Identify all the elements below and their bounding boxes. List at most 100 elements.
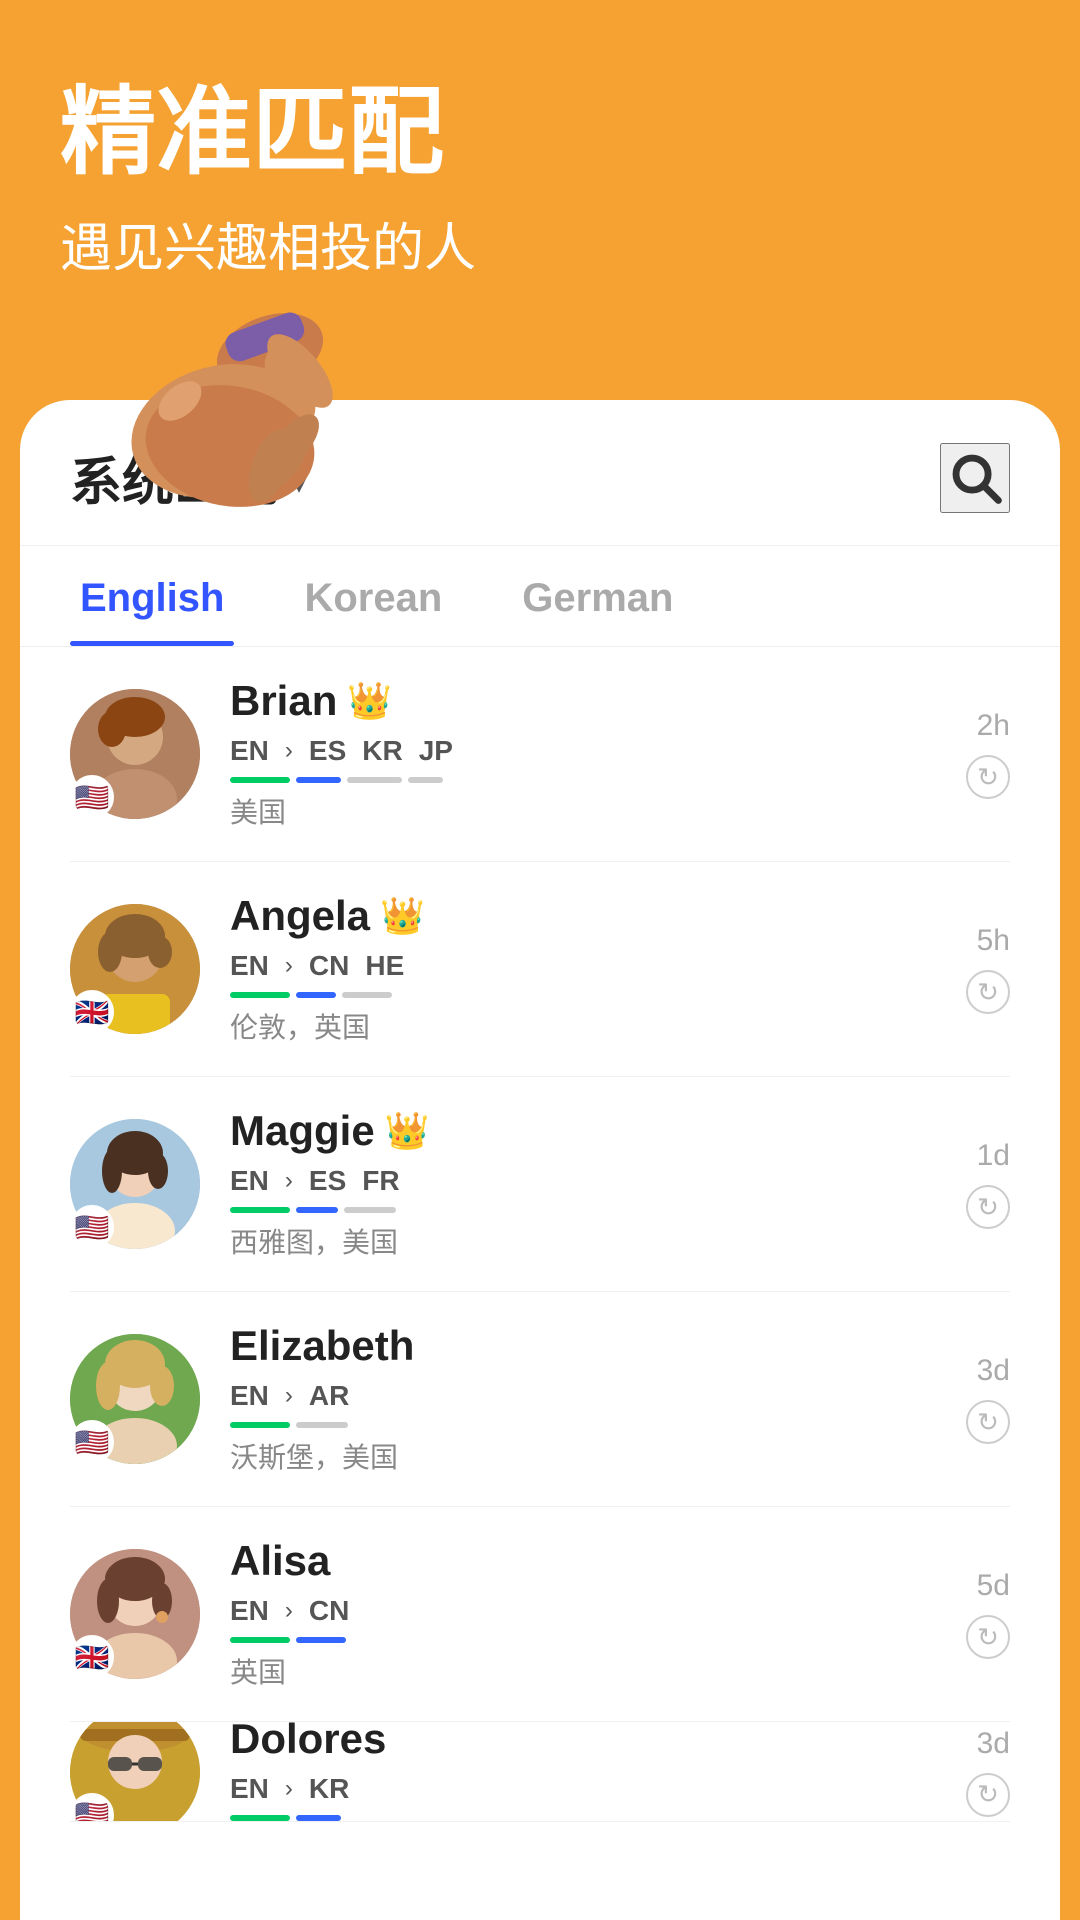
table-row[interactable]: 🇺🇸 Elizabeth EN › AR 沃斯堡，美国 3d — [70, 1292, 1010, 1507]
tab-german[interactable]: German — [512, 546, 683, 646]
lang-bars — [230, 1422, 936, 1428]
header-title: 精准匹配 — [60, 80, 1020, 186]
arrow-icon: › — [285, 1775, 293, 1803]
lang-tags: EN › KR — [230, 1773, 936, 1805]
time-label: 5h — [977, 924, 1010, 958]
user-name-row: Maggie 👑 — [230, 1107, 936, 1155]
tab-english[interactable]: English — [70, 546, 234, 646]
user-name: Elizabeth — [230, 1322, 414, 1370]
lang-to-2: KR — [362, 735, 402, 767]
proficiency-bar-1 — [230, 1637, 290, 1643]
lang-bars — [230, 777, 936, 783]
user-location: 伦敦，英国 — [230, 1006, 936, 1046]
proficiency-bar-3 — [347, 777, 402, 783]
time-label: 5d — [977, 1569, 1010, 1603]
refresh-icon[interactable]: ↻ — [966, 1615, 1010, 1659]
header-section: 精准匹配 遇见兴趣相投的人 — [0, 0, 1080, 400]
user-location: 美国 — [230, 791, 936, 831]
proficiency-bar-2 — [296, 1637, 346, 1643]
proficiency-bar-1 — [230, 1207, 290, 1213]
user-meta: 5d ↻ — [966, 1569, 1010, 1659]
proficiency-bar-1 — [230, 992, 290, 998]
arrow-icon: › — [285, 1167, 293, 1195]
refresh-icon[interactable]: ↻ — [966, 1773, 1010, 1817]
arrow-icon: › — [285, 1382, 293, 1410]
flag-badge: 🇺🇸 — [70, 1420, 114, 1464]
refresh-icon[interactable]: ↻ — [966, 1400, 1010, 1444]
user-info: Brian 👑 EN › ES KR JP 美国 — [230, 677, 936, 831]
arrow-icon: › — [285, 737, 293, 765]
user-list: 🇺🇸 Brian 👑 EN › ES KR JP — [20, 647, 1060, 1822]
lang-bars — [230, 1207, 936, 1213]
user-info: Maggie 👑 EN › ES FR 西雅图，美国 — [230, 1107, 936, 1261]
proficiency-bar-1 — [230, 1422, 290, 1428]
table-row[interactable]: 🇬🇧 Alisa EN › CN 英国 5d ↻ — [70, 1507, 1010, 1722]
table-row[interactable]: 🇺🇸 Dolores EN › KR 3d ↻ — [70, 1722, 1010, 1822]
table-row[interactable]: 🇺🇸 Brian 👑 EN › ES KR JP — [70, 647, 1010, 862]
avatar-wrap: 🇬🇧 — [70, 904, 200, 1034]
proficiency-bar-2 — [296, 777, 341, 783]
lang-from: EN — [230, 1165, 269, 1197]
user-meta: 3d ↻ — [966, 1727, 1010, 1817]
proficiency-bar-2 — [296, 1815, 341, 1821]
time-label: 1d — [977, 1139, 1010, 1173]
arrow-icon: › — [285, 952, 293, 980]
user-name: Alisa — [230, 1537, 330, 1585]
lang-to-1: ES — [309, 735, 346, 767]
table-row[interactable]: 🇺🇸 Maggie 👑 EN › ES FR 西雅图，美 — [70, 1077, 1010, 1292]
lang-tags: EN › AR — [230, 1380, 936, 1412]
refresh-icon[interactable]: ↻ — [966, 970, 1010, 1014]
user-name-row: Angela 👑 — [230, 892, 936, 940]
lang-from: EN — [230, 1773, 269, 1805]
avatar-wrap: 🇬🇧 — [70, 1549, 200, 1679]
lang-bars — [230, 992, 936, 998]
user-meta: 5h ↻ — [966, 924, 1010, 1014]
lang-to-1: CN — [309, 1595, 349, 1627]
proficiency-bar-2 — [296, 992, 336, 998]
refresh-icon[interactable]: ↻ — [966, 1185, 1010, 1229]
flag-badge: 🇬🇧 — [70, 990, 114, 1034]
user-location: 西雅图，美国 — [230, 1221, 936, 1261]
user-name-row: Dolores — [230, 1722, 936, 1763]
user-name: Maggie — [230, 1107, 375, 1155]
lang-to-3: JP — [419, 735, 453, 767]
user-name-row: Elizabeth — [230, 1322, 936, 1370]
user-name-row: Alisa — [230, 1537, 936, 1585]
user-location: 沃斯堡，美国 — [230, 1436, 936, 1476]
lang-to-2: HE — [365, 950, 404, 982]
lang-from: EN — [230, 1595, 269, 1627]
user-location: 英国 — [230, 1651, 936, 1691]
lang-tags: EN › ES FR — [230, 1165, 936, 1197]
lang-from: EN — [230, 1380, 269, 1412]
refresh-icon[interactable]: ↻ — [966, 755, 1010, 799]
user-meta: 3d ↻ — [966, 1354, 1010, 1444]
lang-tags: EN › CN HE — [230, 950, 936, 982]
user-info: Angela 👑 EN › CN HE 伦敦，英国 — [230, 892, 936, 1046]
lang-to-1: CN — [309, 950, 349, 982]
user-info: Elizabeth EN › AR 沃斯堡，美国 — [230, 1322, 936, 1476]
flag-badge: 🇬🇧 — [70, 1635, 114, 1679]
time-label: 2h — [977, 709, 1010, 743]
avatar-wrap: 🇺🇸 — [70, 1334, 200, 1464]
user-name: Brian — [230, 677, 337, 725]
flag-badge: 🇺🇸 — [70, 1205, 114, 1249]
user-name: Dolores — [230, 1722, 386, 1763]
user-name: Angela — [230, 892, 370, 940]
time-label: 3d — [977, 1727, 1010, 1761]
proficiency-bar-3 — [342, 992, 392, 998]
tab-korean[interactable]: Korean — [294, 546, 452, 646]
table-row[interactable]: 🇬🇧 Angela 👑 EN › CN HE 伦敦，英国 — [70, 862, 1010, 1077]
proficiency-bar-1 — [230, 777, 290, 783]
user-info: Alisa EN › CN 英国 — [230, 1537, 936, 1691]
lang-tags: EN › ES KR JP — [230, 735, 936, 767]
lang-bars — [230, 1637, 936, 1643]
search-icon — [948, 450, 1003, 505]
user-meta: 2h ↻ — [966, 709, 1010, 799]
search-button[interactable] — [940, 443, 1010, 513]
lang-to-1: ES — [309, 1165, 346, 1197]
proficiency-bar-4 — [408, 777, 443, 783]
user-name-row: Brian 👑 — [230, 677, 936, 725]
flag-badge: 🇺🇸 — [70, 775, 114, 819]
crown-icon: 👑 — [380, 895, 425, 937]
handshake-illustration — [60, 281, 360, 581]
